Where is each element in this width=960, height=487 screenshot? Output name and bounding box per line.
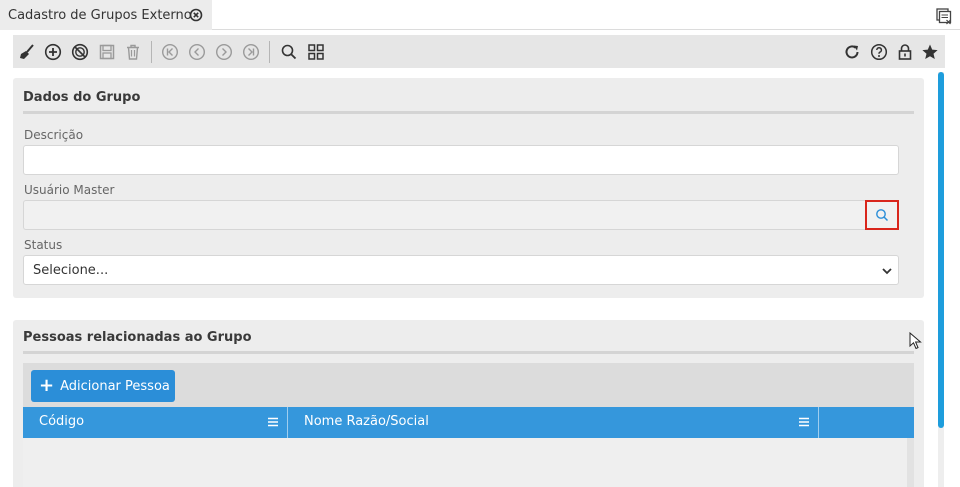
page-scrollbar-thumb[interactable] <box>938 72 944 428</box>
next-record-icon[interactable] <box>213 41 235 63</box>
cancel-circle-icon[interactable] <box>69 41 91 63</box>
group-data-panel: Dados do Grupo Descrição Usuário Master … <box>13 78 924 298</box>
column-header-nome[interactable]: Nome Razão/Social <box>288 407 819 438</box>
add-person-button[interactable]: + Adicionar Pessoa <box>31 370 175 402</box>
add-circle-icon[interactable] <box>42 41 64 63</box>
mouse-cursor-icon <box>909 332 922 350</box>
usuario-master-label: Usuário Master <box>24 183 115 197</box>
add-person-label: Adicionar Pessoa <box>60 378 170 394</box>
tab-cadastro-grupos[interactable]: Cadastro de Grupos Externo <box>0 0 212 30</box>
trash-icon[interactable] <box>122 41 144 63</box>
previous-record-icon[interactable] <box>186 41 208 63</box>
panel-title: Dados do Grupo <box>23 90 141 105</box>
tab-bar: Cadastro de Grupos Externo <box>0 0 960 30</box>
broom-icon[interactable] <box>16 41 38 63</box>
toolbar <box>13 35 945 68</box>
lock-icon[interactable] <box>894 41 916 63</box>
grid-header: Código Nome Razão/Social <box>23 407 914 438</box>
first-record-icon[interactable] <box>159 41 181 63</box>
window-list-icon[interactable] <box>935 7 953 25</box>
grid-body <box>23 438 907 487</box>
grid-scrollbar[interactable] <box>907 438 914 487</box>
panel-divider <box>23 351 914 354</box>
panel-divider <box>23 111 914 114</box>
status-label: Status <box>24 238 63 252</box>
menu-icon[interactable] <box>798 416 810 428</box>
toolbar-separator <box>151 41 152 63</box>
column-label: Nome Razão/Social <box>304 414 429 429</box>
search-icon[interactable] <box>278 41 300 63</box>
menu-icon[interactable] <box>267 416 279 428</box>
search-icon <box>876 209 889 222</box>
grid-icon[interactable] <box>305 41 327 63</box>
save-icon[interactable] <box>96 41 118 63</box>
related-people-panel: Pessoas relacionadas ao Grupo + Adiciona… <box>13 320 924 487</box>
star-icon[interactable] <box>919 41 941 63</box>
usuario-master-input[interactable] <box>23 200 865 230</box>
usuario-search-button[interactable] <box>865 200 899 230</box>
refresh-icon[interactable] <box>841 41 863 63</box>
column-label: Código <box>39 414 85 429</box>
chevron-down-icon <box>882 268 892 275</box>
status-select[interactable]: Selecione... <box>23 255 899 285</box>
help-icon[interactable] <box>868 41 890 63</box>
column-header-codigo[interactable]: Código <box>23 407 288 438</box>
last-record-icon[interactable] <box>240 41 262 63</box>
descricao-label: Descrição <box>24 128 84 142</box>
panel-title: Pessoas relacionadas ao Grupo <box>23 330 252 345</box>
tab-title: Cadastro de Grupos Externo <box>8 7 192 23</box>
descricao-input[interactable] <box>23 145 899 175</box>
plus-icon: + <box>39 375 55 396</box>
close-circle-icon[interactable] <box>189 8 203 22</box>
toolbar-separator <box>269 41 270 63</box>
people-grid: + Adicionar Pessoa Código Nome Razão/Soc… <box>23 363 914 487</box>
status-selected-value: Selecione... <box>33 262 109 278</box>
